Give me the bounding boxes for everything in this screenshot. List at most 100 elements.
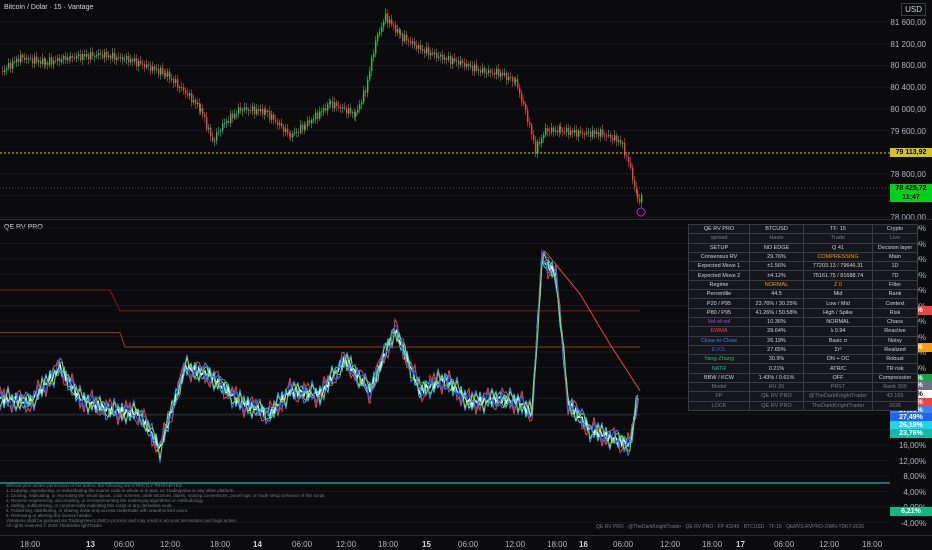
candle [488, 69, 490, 73]
stats-cell: Model [688, 382, 750, 393]
candle [140, 60, 142, 64]
candle [150, 65, 152, 71]
candle [191, 93, 193, 103]
candle [436, 52, 438, 58]
candle [385, 13, 387, 22]
candle [234, 113, 236, 119]
stats-cell: ±4.12% [749, 270, 804, 281]
candle [8, 63, 10, 69]
candle [440, 54, 442, 57]
stats-cell: RV 20 [749, 382, 804, 393]
stats-cell: LOCK [688, 400, 750, 411]
candle [510, 76, 512, 78]
candle [222, 123, 224, 131]
candle [202, 108, 204, 115]
candle [572, 130, 574, 133]
stats-cell: Reactive [872, 326, 918, 337]
stats-table: QE RV PRO BTCUSD TF: 15 Crypto spread Haste Tr… [688, 223, 918, 411]
candle [350, 108, 352, 114]
candle [307, 120, 309, 127]
candle [399, 29, 401, 34]
candle [616, 135, 618, 142]
price-chart[interactable] [0, 0, 890, 218]
stats-cell: High / Spike [803, 307, 873, 318]
stats-row: Percentile 44.5 Mid Rank [688, 289, 918, 300]
candle [628, 156, 630, 163]
candle [610, 134, 612, 138]
stats-cell: Haste [749, 233, 804, 244]
candle [519, 87, 521, 94]
candle [281, 123, 283, 127]
candle [238, 107, 240, 114]
pane-divider[interactable] [0, 219, 932, 220]
candle [124, 59, 126, 61]
candle [454, 58, 456, 62]
candle [16, 58, 18, 63]
candle [458, 60, 460, 65]
candle [359, 104, 361, 110]
candle [352, 112, 354, 114]
stats-cell: Σr² [803, 344, 873, 356]
candle [146, 64, 148, 68]
candle [214, 140, 216, 142]
candle [74, 57, 76, 59]
candle [574, 129, 576, 133]
candle [444, 58, 446, 60]
stats-cell: Expected Move 2 [688, 270, 750, 281]
time-tick: 18:00 [210, 540, 231, 549]
stats-cell: λ 0.94 [803, 326, 873, 337]
candle [132, 59, 134, 62]
candle [344, 107, 346, 109]
candle [410, 41, 412, 44]
candle [309, 120, 311, 124]
candle [512, 77, 514, 82]
stats-cell: 77203.13 / 79646.31 [803, 261, 873, 272]
candle [86, 54, 88, 57]
stats-cell: OFF [803, 372, 873, 384]
candle [208, 127, 210, 130]
vol-series-line [0, 255, 639, 453]
candle [210, 127, 212, 137]
candle [580, 130, 582, 133]
candle [148, 64, 150, 66]
candle [156, 68, 158, 70]
time-tick: 16 [579, 540, 588, 549]
candle [430, 52, 432, 56]
candle [355, 112, 357, 117]
candle [285, 128, 287, 132]
candle [94, 55, 96, 57]
candle [420, 45, 422, 50]
stats-cell: ±1.56% [749, 261, 804, 272]
stats-cell: Q 41 [803, 242, 873, 253]
candle [2, 70, 4, 72]
vol-series-line [0, 252, 639, 450]
price-tick: 81 200,00 [890, 39, 926, 49]
candle [363, 90, 365, 103]
candle [468, 63, 470, 66]
stats-cell: Consensus RV [688, 251, 750, 263]
candle [375, 40, 377, 54]
indicator-tick: 16,00% [898, 441, 926, 450]
candle [104, 51, 106, 58]
stats-cell: 1D [872, 261, 918, 272]
candle [165, 73, 167, 77]
candle [20, 54, 22, 63]
candle [389, 19, 391, 24]
candle [480, 69, 482, 73]
stats-row: Yang-Zhang 30.9% ON + OC Robust [688, 354, 918, 365]
stats-cell: Trade [803, 233, 873, 244]
candle [474, 64, 476, 72]
stats-cell: SETUP [688, 242, 750, 253]
stats-cell: QE RV PRO [749, 400, 804, 411]
currency-button[interactable]: USD [901, 3, 926, 16]
candle [144, 64, 146, 68]
candle [537, 141, 539, 154]
time-axis-divider [0, 535, 932, 536]
stats-cell: Expected Move 1 [688, 261, 750, 272]
candle [82, 53, 84, 61]
candle [506, 73, 508, 81]
candle [502, 72, 504, 76]
stats-cell: NO EDGE [749, 242, 804, 253]
candle [373, 53, 375, 58]
stats-cell: QE RV PRO [749, 391, 804, 402]
